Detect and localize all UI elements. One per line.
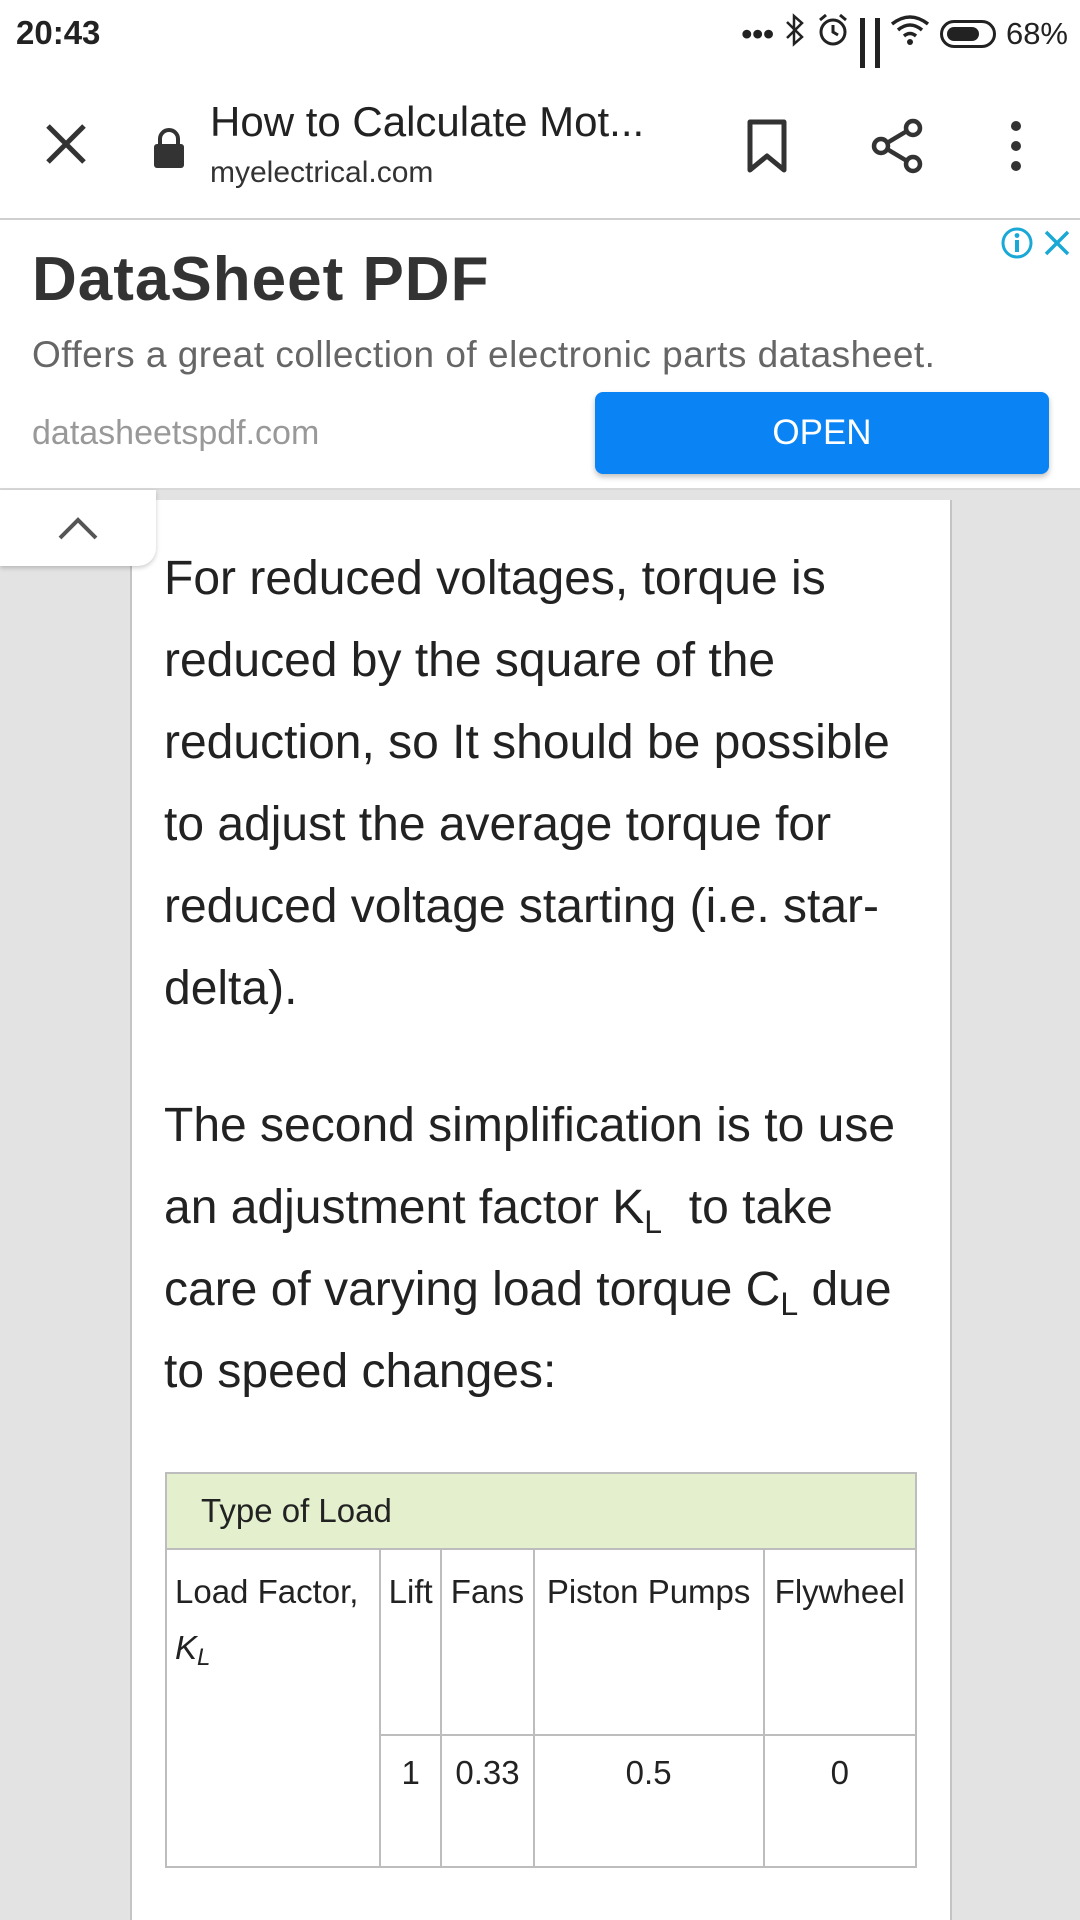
chevron-up-icon xyxy=(58,517,98,540)
article-paragraph: For reduced voltages, torque is reduced … xyxy=(164,552,890,1015)
status-time: 20:43 xyxy=(16,14,101,51)
battery-percent: 68% xyxy=(1005,16,1068,51)
load-factor-table: Type of Load Load Factor, KL Lift Fans Pi… xyxy=(165,1472,918,1868)
alarm-icon xyxy=(816,13,850,55)
table-cell: 1 xyxy=(378,1734,443,1868)
battery-icon xyxy=(939,20,996,48)
page-title[interactable]: How to Calculate Mot... xyxy=(210,98,670,146)
article-content: For reduced voltages, torque is reduced … xyxy=(130,500,952,1920)
row-label-subscript: L xyxy=(197,1644,211,1671)
article-paragraph: The second simplification is to use an a… xyxy=(164,1085,924,1413)
ad-close-icon[interactable] xyxy=(1042,228,1072,258)
table-column-header: Piston Pumps xyxy=(532,1548,765,1736)
table-column-header: Lift xyxy=(378,1548,443,1736)
share-icon[interactable] xyxy=(868,116,928,176)
table-column-header: Fans xyxy=(440,1548,535,1736)
signal-icon-2 xyxy=(874,18,880,118)
table-cell: 0.33 xyxy=(440,1734,535,1868)
more-vert-icon[interactable] xyxy=(996,116,1036,176)
table-column-header: Flywheel xyxy=(762,1548,918,1736)
ad-description[interactable]: Offers a great collection of electronic … xyxy=(32,334,935,376)
status-icons: ••• 68% xyxy=(741,12,1068,118)
ad-open-button[interactable]: OPEN xyxy=(595,392,1049,474)
ad-banner[interactable]: DataSheet PDF Offers a great collection … xyxy=(0,220,1080,490)
more-notifications-icon: ••• xyxy=(741,16,774,51)
ad-title[interactable]: DataSheet PDF xyxy=(32,244,489,315)
wifi-icon xyxy=(890,14,930,54)
browser-toolbar: How to Calculate Mot... myelectrical.com xyxy=(0,68,1080,220)
ad-domain[interactable]: datasheetspdf.com xyxy=(32,414,319,453)
collapse-ad-button[interactable] xyxy=(0,490,156,566)
signal-icon xyxy=(859,18,865,118)
table-cell: 0.5 xyxy=(532,1734,765,1868)
row-label-text: Load Factor, xyxy=(175,1573,359,1610)
status-bar: 20:43 ••• 68% xyxy=(0,0,1080,118)
bookmark-icon[interactable] xyxy=(740,116,794,176)
close-icon[interactable] xyxy=(36,114,96,174)
ad-info-icon[interactable] xyxy=(1000,226,1034,260)
subscript: L xyxy=(644,1204,663,1240)
bluetooth-icon xyxy=(784,13,806,55)
table-header: Type of Load xyxy=(165,1472,917,1550)
lock-icon xyxy=(152,126,186,170)
subscript: L xyxy=(780,1286,799,1322)
page-domain[interactable]: myelectrical.com xyxy=(210,156,433,190)
table-row-label: Load Factor, KL xyxy=(165,1548,381,1868)
table-cell: 0 xyxy=(762,1734,918,1868)
row-label-symbol: K xyxy=(175,1629,198,1666)
